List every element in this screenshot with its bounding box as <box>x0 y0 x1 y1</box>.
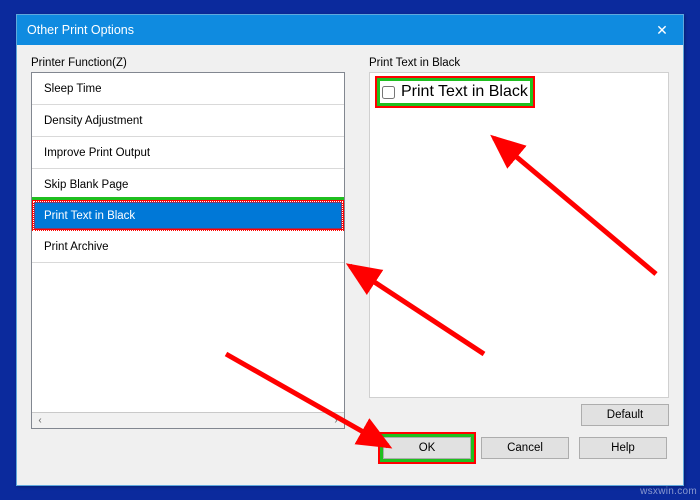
window-title: Other Print Options <box>27 23 641 37</box>
titlebar[interactable]: Other Print Options ✕ <box>17 15 683 45</box>
list-item[interactable]: Sleep Time <box>32 73 344 105</box>
list-item[interactable]: Print Archive <box>32 231 344 263</box>
checkbox-highlight: Print Text in Black <box>380 81 530 103</box>
cancel-button[interactable]: Cancel <box>481 437 569 459</box>
close-button[interactable]: ✕ <box>641 19 683 41</box>
ok-button[interactable]: OK <box>383 437 471 459</box>
printer-function-label: Printer Function(Z) <box>31 57 345 69</box>
close-icon: ✕ <box>656 22 668 38</box>
dialog-button-row: OK Cancel Help <box>17 437 683 471</box>
list-item-selected[interactable]: Print Text in Black <box>32 200 344 232</box>
list-item[interactable]: Improve Print Output <box>32 137 344 169</box>
left-panel: Printer Function(Z) Sleep Time Density A… <box>31 57 345 429</box>
dialog-body: Printer Function(Z) Sleep Time Density A… <box>17 45 683 437</box>
printer-function-listbox[interactable]: Sleep Time Density Adjustment Improve Pr… <box>31 72 345 429</box>
help-button[interactable]: Help <box>579 437 667 459</box>
checkbox-label: Print Text in Black <box>401 83 528 101</box>
group-label: Print Text in Black <box>369 57 669 69</box>
scroll-left-icon[interactable]: ‹ <box>32 413 48 428</box>
ok-highlight: OK <box>383 437 471 459</box>
horizontal-scrollbar[interactable]: ‹ › <box>32 412 344 428</box>
default-button[interactable]: Default <box>581 404 669 426</box>
print-options-dialog: Other Print Options ✕ Printer Function(Z… <box>16 14 684 486</box>
scroll-right-icon[interactable]: › <box>328 413 344 428</box>
options-group: Print Text in Black <box>369 72 669 398</box>
list-item[interactable]: Density Adjustment <box>32 105 344 137</box>
printer-function-list-inner[interactable]: Sleep Time Density Adjustment Improve Pr… <box>32 73 344 412</box>
right-panel: Print Text in Black Print Text in Black … <box>369 57 669 429</box>
print-text-in-black-checkbox[interactable] <box>382 86 395 99</box>
watermark: wsxwin.com <box>640 486 697 497</box>
list-item[interactable]: Skip Blank Page <box>32 169 344 201</box>
